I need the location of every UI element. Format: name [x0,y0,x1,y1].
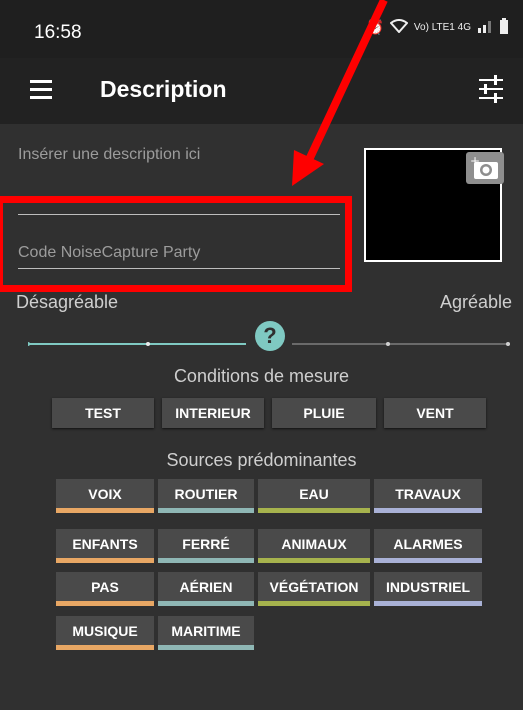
source-tag-label: ROUTIER [174,486,238,502]
source-tag-ferré[interactable]: FERRÉ [158,529,254,563]
source-tag-voix[interactable]: VOIX [56,479,154,513]
source-tag-label: VOIX [88,486,122,502]
source-tag-label: MARITIME [171,623,241,639]
source-tag-label: AÉRIEN [179,579,233,595]
source-tag-aérien[interactable]: AÉRIEN [158,572,254,606]
source-tag-label: ALARMES [393,536,463,552]
slider-right-label: Agréable [440,292,513,312]
source-tag-animaux[interactable]: ANIMAUX [258,529,370,563]
source-tag-végétation[interactable]: VÉGÉTATION [258,572,370,606]
slider-thumb-label: ? [263,323,277,348]
source-tag-color-bar [258,558,370,563]
source-tag-label: PAS [91,579,119,595]
condition-test-button[interactable]: TEST [52,398,154,428]
source-tag-label: TRAVAUX [395,486,461,502]
condition-interieur-button[interactable]: INTERIEUR [162,398,264,428]
condition-vent-button[interactable]: VENT [384,398,486,428]
source-tag-color-bar [374,508,482,513]
source-tag-label: ENFANTS [72,536,138,552]
slider-left-label: Désagréable [16,292,119,312]
source-tag-color-bar [56,645,154,650]
source-tag-eau[interactable]: EAU [258,479,370,513]
source-tag-color-bar [158,601,254,606]
source-tag-label: VÉGÉTATION [269,579,359,595]
slider-thumb[interactable]: ? [255,321,285,351]
source-tag-color-bar [374,558,482,563]
source-tag-musique[interactable]: MUSIQUE [56,616,154,650]
source-tag-color-bar [258,601,370,606]
source-tag-color-bar [158,508,254,513]
source-tag-color-bar [56,558,154,563]
source-tag-label: FERRÉ [182,536,230,552]
source-tag-color-bar [158,645,254,650]
source-tag-pas[interactable]: PAS [56,572,154,606]
source-tag-industriel[interactable]: INDUSTRIEL [374,572,482,606]
source-tag-color-bar [56,508,154,513]
source-tag-label: MUSIQUE [72,623,138,639]
source-tag-color-bar [56,601,154,606]
source-tag-enfants[interactable]: ENFANTS [56,529,154,563]
source-tag-label: ANIMAUX [281,536,347,552]
source-tag-color-bar [374,601,482,606]
source-tag-maritime[interactable]: MARITIME [158,616,254,650]
source-tag-label: EAU [299,486,329,502]
source-tag-color-bar [258,508,370,513]
sources-title: Sources prédominantes [166,450,357,470]
source-tag-label: INDUSTRIEL [386,579,470,595]
conditions-title: Conditions de mesure [173,366,350,386]
annotation-box [0,196,352,292]
source-tag-travaux[interactable]: TRAVAUX [374,479,482,513]
source-tag-color-bar [158,558,254,563]
source-tag-alarmes[interactable]: ALARMES [374,529,482,563]
source-tag-routier[interactable]: ROUTIER [158,479,254,513]
condition-pluie-button[interactable]: PLUIE [272,398,376,428]
